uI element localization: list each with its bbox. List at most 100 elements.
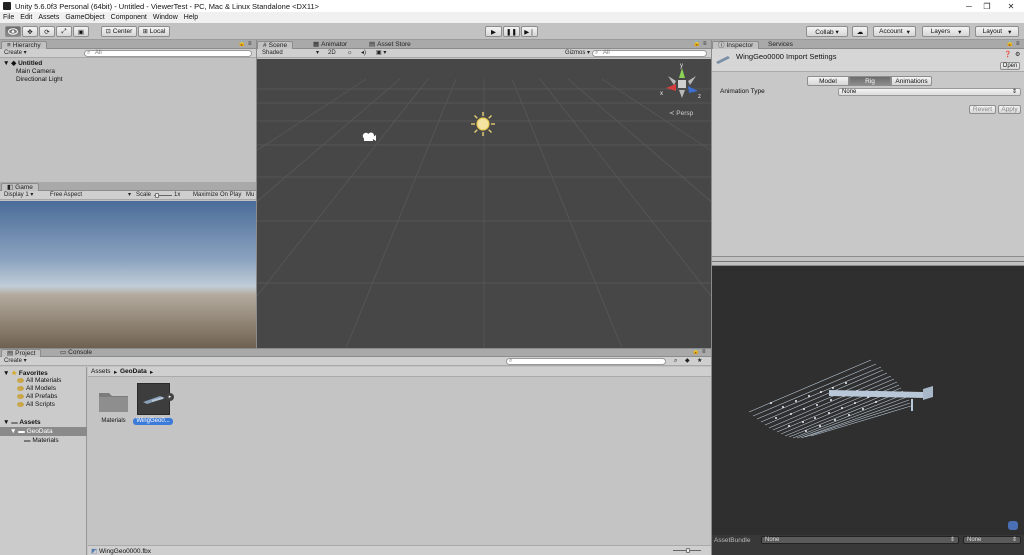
preview-light-icon[interactable]	[1008, 521, 1018, 530]
restore-button[interactable]: ❐	[976, 0, 998, 12]
tab-asset-store[interactable]: ▤ Asset Store	[364, 41, 416, 49]
hand-tool-icon[interactable]	[5, 26, 21, 37]
filter-type-icon[interactable]: ⌕	[674, 358, 677, 365]
hierarchy-item-main-camera[interactable]: Main Camera	[16, 68, 55, 75]
orientation-gizmo[interactable]: y x z	[660, 62, 704, 106]
breadcrumb-assets[interactable]: Assets	[91, 368, 111, 375]
scene-viewport[interactable]	[256, 59, 711, 348]
menu-gameobject[interactable]: GameObject	[65, 14, 104, 21]
tree-materials[interactable]: ▬ Materials	[24, 437, 59, 444]
panel-menu-icon[interactable]: ≡	[248, 41, 252, 48]
lock-icon[interactable]: 🔒	[692, 349, 699, 356]
tree-all-materials[interactable]: All Materials	[26, 377, 61, 384]
filter-label-icon[interactable]: ◆	[685, 358, 690, 365]
scale-slider-handle[interactable]	[155, 193, 159, 198]
help-icon[interactable]: ❓	[1004, 52, 1011, 59]
effects-toggle-icon[interactable]: ▣ ▾	[376, 50, 386, 57]
step-button[interactable]: ▶❘	[521, 26, 538, 37]
tab-project[interactable]: ▤ Project	[1, 349, 42, 357]
menu-assets[interactable]: Assets	[38, 14, 59, 21]
tab-hierarchy[interactable]: ≡ Hierarchy	[1, 41, 47, 49]
tab-rig[interactable]: Rig	[849, 76, 891, 86]
directional-light-gizmo-icon[interactable]	[470, 111, 496, 137]
assetbundle-variant-dropdown[interactable]: None ⇕	[963, 536, 1021, 544]
horizontal-divider[interactable]	[0, 348, 711, 349]
cloud-icon[interactable]: ☁	[852, 26, 868, 37]
tree-all-prefabs[interactable]: All Prefabs	[26, 393, 57, 400]
panel-menu-icon[interactable]: ≡	[702, 349, 706, 356]
hierarchy-create-button[interactable]: Create ▾	[4, 50, 27, 57]
pivot-local-button[interactable]: ⊞ Local	[138, 26, 170, 37]
rotate-tool-icon[interactable]: ⟳	[39, 26, 55, 37]
project-create-button[interactable]: Create ▾	[4, 358, 27, 365]
aspect-dropdown-arrow-icon[interactable]: ▾	[128, 192, 131, 199]
hierarchy-item-directional-light[interactable]: Directional Light	[16, 76, 63, 83]
camera-gizmo-icon[interactable]	[361, 131, 377, 143]
move-tool-icon[interactable]: ✥	[22, 26, 38, 37]
close-button[interactable]: ✕	[1000, 0, 1022, 12]
tab-scene[interactable]: # Scene	[257, 41, 294, 49]
vertical-divider[interactable]	[711, 40, 712, 555]
tab-inspector[interactable]: ⓘ Inspector	[712, 41, 760, 49]
preview-resize-handle[interactable]	[711, 261, 1024, 262]
gizmos-dropdown[interactable]: Gizmos ▾	[565, 50, 590, 57]
shading-mode-dropdown[interactable]: Shaded	[262, 50, 283, 57]
audio-toggle-icon[interactable]: ◂)	[361, 50, 366, 57]
tab-console[interactable]: ▭ Console	[55, 349, 97, 357]
tab-model[interactable]: Model	[807, 76, 849, 86]
game-view-viewport[interactable]	[0, 201, 256, 348]
pause-button[interactable]: ❚❚	[503, 26, 520, 37]
tab-game[interactable]: ◧ Game	[1, 183, 39, 191]
menu-edit[interactable]: Edit	[20, 14, 32, 21]
breadcrumb-geodata[interactable]: GeoData	[120, 368, 147, 375]
menu-window[interactable]: Window	[153, 14, 178, 21]
menu-file[interactable]: File	[3, 14, 14, 21]
lock-icon[interactable]: 🔒	[238, 41, 245, 48]
open-button[interactable]: Open	[1000, 62, 1020, 70]
play-button[interactable]: ▶	[485, 26, 502, 37]
maximize-on-play-toggle[interactable]: Maximize On Play	[193, 192, 241, 199]
mute-audio-toggle[interactable]: Mu	[246, 192, 254, 199]
collab-button[interactable]: Collab ▾	[806, 26, 848, 37]
favorite-star-icon[interactable]: ★	[697, 358, 702, 365]
lock-icon[interactable]: 🔒	[1006, 41, 1013, 48]
grid-item-materials[interactable]	[98, 389, 129, 413]
panel-menu-icon[interactable]: ≡	[1016, 41, 1020, 48]
tree-assets[interactable]: ▼ ▬ Assets	[3, 419, 41, 426]
account-dropdown[interactable]: Account ▾	[873, 26, 916, 37]
shading-dropdown-arrow-icon[interactable]: ▾	[316, 50, 319, 57]
tab-animations[interactable]: Animations	[891, 76, 932, 86]
layers-dropdown[interactable]: Layers ▾	[922, 26, 970, 37]
rect-tool-icon[interactable]: ▣	[73, 26, 89, 37]
2d-toggle[interactable]: 2D	[328, 50, 336, 57]
menu-help[interactable]: Help	[184, 14, 198, 21]
scene-root-item[interactable]: ▼ ◆ Untitled	[3, 59, 42, 67]
tree-all-scripts[interactable]: All Scripts	[26, 401, 55, 408]
assetbundle-name-dropdown[interactable]: None ⇕	[761, 536, 959, 544]
layout-dropdown[interactable]: Layout ▾	[975, 26, 1019, 37]
animation-type-dropdown[interactable]: None ⇕	[838, 88, 1021, 96]
vertical-divider[interactable]	[256, 40, 257, 348]
settings-gear-icon[interactable]: ⚙	[1015, 52, 1020, 59]
icon-size-slider-handle[interactable]	[686, 548, 690, 553]
panel-menu-icon[interactable]: ≡	[703, 41, 707, 48]
menu-component[interactable]: Component	[111, 14, 147, 21]
tree-geodata-selected[interactable]: ▼ ▬ GeoData	[0, 427, 87, 436]
scene-search-input[interactable]: ⌕ All	[592, 50, 707, 57]
revert-button[interactable]: Revert	[969, 105, 996, 114]
lock-icon[interactable]: 🔒	[693, 41, 700, 48]
pivot-center-button[interactable]: ⊡ Center	[101, 26, 137, 37]
tab-animator[interactable]: ▦ Animator	[308, 41, 352, 49]
apply-button[interactable]: Apply	[998, 105, 1021, 114]
model-preview-viewport[interactable]	[711, 266, 1024, 535]
tab-services[interactable]: Services	[763, 41, 798, 49]
aspect-dropdown[interactable]: Free Aspect	[50, 192, 82, 199]
scale-tool-icon[interactable]: ⤢	[56, 26, 72, 37]
lighting-toggle-icon[interactable]: ☼	[347, 50, 353, 57]
project-search-input[interactable]: ⌕	[506, 358, 666, 365]
hierarchy-search-input[interactable]: ⌕ All	[84, 50, 252, 57]
grid-item-winggeo[interactable]	[137, 383, 170, 415]
tree-all-models[interactable]: All Models	[26, 385, 56, 392]
display-dropdown[interactable]: Display 1 ▾	[4, 192, 33, 199]
expand-model-icon[interactable]: ▸	[166, 393, 174, 401]
